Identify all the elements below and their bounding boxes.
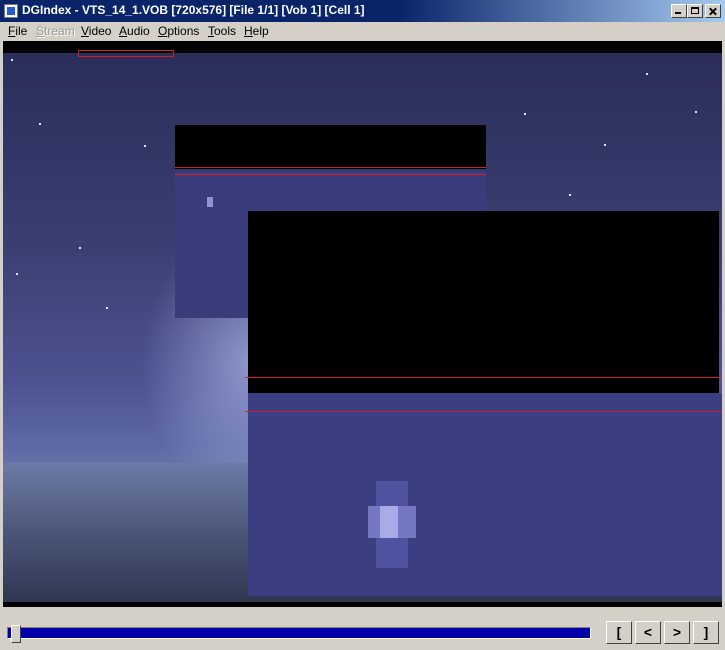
crop-line <box>175 174 486 175</box>
star <box>604 144 606 146</box>
star <box>695 111 697 113</box>
menu-audio[interactable]: Audio <box>119 24 150 38</box>
menu-help[interactable]: Help <box>244 24 269 38</box>
minimize-button[interactable] <box>671 4 687 18</box>
close-button[interactable] <box>705 4 721 18</box>
artifact-patch <box>248 393 722 596</box>
title-bar[interactable]: DGIndex - VTS_14_1.VOB [720x576] [File 1… <box>0 0 725 22</box>
crop-line <box>245 377 722 378</box>
artifact-pixel <box>376 538 408 568</box>
position-trackbar[interactable] <box>5 623 593 643</box>
star <box>524 113 526 115</box>
mark-end-button[interactable]: ] <box>693 621 719 644</box>
star <box>39 123 41 125</box>
star <box>569 194 571 196</box>
artifact-pixel <box>376 481 408 506</box>
video-preview <box>3 41 722 607</box>
trackbar-channel[interactable] <box>7 627 591 639</box>
window-title: DGIndex - VTS_14_1.VOB [720x576] [File 1… <box>22 3 365 17</box>
trackbar-thumb[interactable] <box>11 625 21 643</box>
mark-start-button[interactable]: [ <box>606 621 632 644</box>
artifact-pixel <box>380 506 398 538</box>
menu-tools[interactable]: Tools <box>208 24 236 38</box>
star <box>11 59 13 61</box>
menu-stream[interactable]: Stream <box>36 24 75 38</box>
star <box>106 307 108 309</box>
artifact-block <box>175 125 486 169</box>
maximize-button[interactable] <box>687 4 703 18</box>
app-icon[interactable] <box>4 4 18 18</box>
star <box>79 247 81 249</box>
navigation-controls: [ < > ] <box>0 607 725 650</box>
crop-line <box>245 411 722 412</box>
menu-video[interactable]: Video <box>81 24 111 38</box>
crop-line <box>175 167 486 168</box>
step-back-button[interactable]: < <box>635 621 661 644</box>
menu-bar: File Stream Video Audio Options Tools He… <box>0 22 725 41</box>
menu-file[interactable]: File <box>8 24 27 38</box>
star <box>16 273 18 275</box>
crop-marker <box>78 50 174 57</box>
star <box>144 145 146 147</box>
artifact-pixel <box>207 197 213 207</box>
menu-options[interactable]: Options <box>158 24 199 38</box>
step-forward-button[interactable]: > <box>664 621 690 644</box>
star <box>646 73 648 75</box>
artifact-block <box>248 211 719 393</box>
